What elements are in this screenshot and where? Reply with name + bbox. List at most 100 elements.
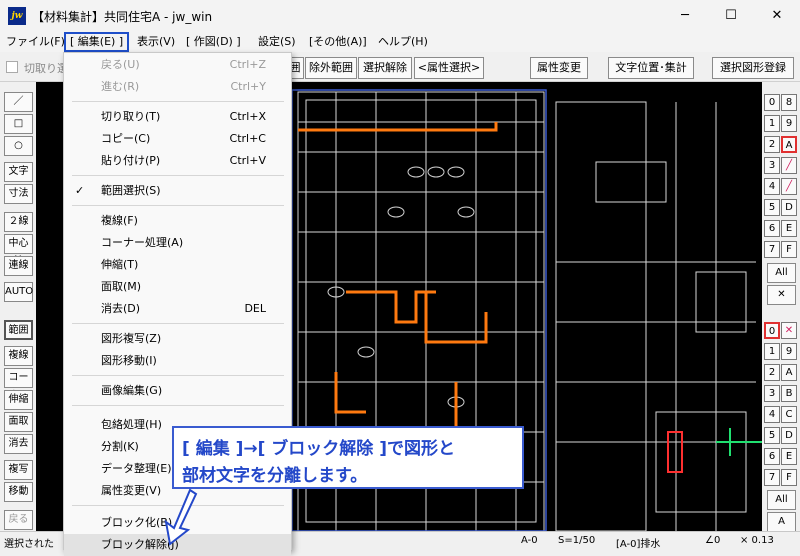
menu-help[interactable]: ヘルプ(H) (378, 33, 428, 50)
layer-c-hidden[interactable]: ╱ (781, 178, 797, 195)
maximize-button[interactable]: ☐ (708, 0, 754, 31)
layer-e[interactable]: E (781, 220, 797, 237)
layer-a[interactable]: A (781, 136, 797, 153)
menu-item-chamfer[interactable]: 面取(M) (64, 276, 291, 298)
layer-0[interactable]: 0 (764, 94, 780, 111)
layer-4[interactable]: 4 (764, 178, 780, 195)
tool-center-line[interactable]: 中心線 (4, 234, 33, 267)
tool-move[interactable]: 移動 (4, 482, 33, 502)
group-1[interactable]: 1 (764, 343, 780, 360)
status-layer[interactable]: A-0 (521, 535, 538, 546)
tool-rectangle[interactable]: □ (4, 114, 33, 134)
title-bar: jw 【材料集計】共同住宅A - jw_win ─ ☐ ✕ (0, 0, 800, 31)
attribute-change-button[interactable]: 属性変更 (530, 57, 588, 79)
group-all-button[interactable]: All (767, 490, 796, 510)
tool-range[interactable]: 範囲 (4, 320, 33, 340)
group-e[interactable]: E (781, 448, 797, 465)
tool-stretch[interactable]: 伸縮 (4, 390, 33, 410)
menu-item-parallel-line[interactable]: 複線(F) (64, 210, 291, 232)
text-position-summary-button[interactable]: 文字位置･集計 (608, 57, 694, 79)
status-layer-name[interactable]: [A-0]排水 (616, 535, 660, 550)
layer-6[interactable]: 6 (764, 220, 780, 237)
layer-8[interactable]: 8 (781, 94, 797, 111)
tool-erase[interactable]: 消去 (4, 434, 33, 454)
layer-1[interactable]: 1 (764, 115, 780, 132)
group-8-hidden[interactable]: ✕ (781, 322, 797, 339)
tool-corner[interactable]: コーナー (4, 368, 33, 401)
fixture-symbols (327, 166, 475, 408)
tool-text[interactable]: 文字 (4, 162, 33, 182)
menu-item-paste[interactable]: 貼り付け(P) Ctrl+V (64, 150, 291, 172)
group-2[interactable]: 2 (764, 364, 780, 381)
tool-auto[interactable]: AUTO (4, 282, 33, 302)
menu-item-redo[interactable]: 進む(R) Ctrl+Y (64, 76, 291, 98)
group-4[interactable]: 4 (764, 406, 780, 423)
group-9[interactable]: 9 (781, 343, 797, 360)
clear-selection-button[interactable]: 選択解除 (358, 57, 412, 79)
menu-file[interactable]: ファイル(F) (6, 33, 65, 50)
menu-item-stretch[interactable]: 伸縮(T) (64, 254, 291, 276)
tool-parallel[interactable]: 複線 (4, 346, 33, 366)
layer-f[interactable]: F (781, 241, 797, 258)
cut-range-checkbox[interactable] (6, 61, 18, 73)
menu-item-image-edit[interactable]: 画像編集(G) (64, 380, 291, 402)
menu-draw[interactable]: [ 作図(D) ] (186, 33, 241, 50)
status-scale[interactable]: S=1/50 (558, 535, 595, 546)
check-icon: ✓ (75, 184, 85, 197)
minimize-button[interactable]: ─ (662, 0, 708, 31)
tool-chamfer[interactable]: 面取 (4, 412, 33, 432)
group-3[interactable]: 3 (764, 385, 780, 402)
menu-item-undo[interactable]: 戻る(U) Ctrl+Z (64, 54, 291, 76)
pointer-arrow-icon (164, 488, 198, 546)
left-toolbox: ／ □ ○ 文字 寸法 ２線 中心線 連線 AUTO 範囲 複線 コーナー 伸縮… (0, 82, 36, 532)
menu-item-shape-move[interactable]: 図形移動(I) (64, 350, 291, 372)
tool-dimension[interactable]: 寸法 (4, 184, 33, 204)
status-message: 選択された (4, 539, 54, 550)
menu-item-cut[interactable]: 切り取り(T) Ctrl+X (64, 106, 291, 128)
exclude-range-button[interactable]: 除外範囲 (305, 57, 357, 79)
group-0[interactable]: 0 (764, 322, 780, 339)
layer-9[interactable]: 9 (781, 115, 797, 132)
close-button[interactable]: ✕ (754, 0, 800, 31)
layer-d[interactable]: D (781, 199, 797, 216)
menu-item-range-select[interactable]: ✓ 範囲選択(S) (64, 180, 291, 202)
tool-line[interactable]: ／ (4, 92, 33, 112)
group-5[interactable]: 5 (764, 427, 780, 444)
menu-item-corner[interactable]: コーナー処理(A) (64, 232, 291, 254)
tool-copy[interactable]: 複写 (4, 460, 33, 480)
window-title: 【材料集計】共同住宅A - jw_win (32, 10, 213, 24)
drain-pipe-lines (298, 122, 498, 434)
group-d[interactable]: D (781, 427, 797, 444)
layer-all-button[interactable]: All (767, 263, 796, 283)
menu-item-shape-copy[interactable]: 図形複写(Z) (64, 328, 291, 350)
group-c[interactable]: C (781, 406, 797, 423)
group-7[interactable]: 7 (764, 469, 780, 486)
status-zoom[interactable]: × 0.13 (740, 535, 774, 546)
layer-toggle-x-button[interactable]: ✕ (767, 285, 796, 305)
group-b[interactable]: B (781, 385, 797, 402)
tool-continuous-line[interactable]: 連線 (4, 256, 33, 276)
cut-range-label: 切取り選 (24, 62, 68, 75)
menu-settings[interactable]: 設定(S) (258, 33, 296, 50)
register-selected-shape-button[interactable]: 選択図形登録 (712, 57, 794, 79)
callout-line-2: 部材文字を分離します。 (182, 466, 368, 486)
layer-7[interactable]: 7 (764, 241, 780, 258)
layer-3[interactable]: 3 (764, 157, 780, 174)
attribute-select-button[interactable]: <属性選択> (414, 57, 484, 79)
menu-item-copy[interactable]: コピー(C) Ctrl+C (64, 128, 291, 150)
group-f[interactable]: F (781, 469, 797, 486)
group-6[interactable]: 6 (764, 448, 780, 465)
status-angle[interactable]: ∠0 (705, 535, 720, 546)
menu-edit[interactable]: [ 編集(E) ] (64, 32, 130, 52)
menu-other[interactable]: [その他(A)] (309, 33, 367, 50)
group-a[interactable]: A (781, 364, 797, 381)
tool-double-line[interactable]: ２線 (4, 212, 33, 232)
layer-5[interactable]: 5 (764, 199, 780, 216)
layer-2[interactable]: 2 (764, 136, 780, 153)
tool-circle[interactable]: ○ (4, 136, 33, 156)
tool-undo[interactable]: 戻る (4, 510, 33, 530)
layer-b-hidden[interactable]: ╱ (781, 157, 797, 174)
group-a-button[interactable]: A (767, 512, 796, 532)
menu-item-erase[interactable]: 消去(D) DEL (64, 298, 291, 320)
menu-view[interactable]: 表示(V) (137, 33, 175, 50)
